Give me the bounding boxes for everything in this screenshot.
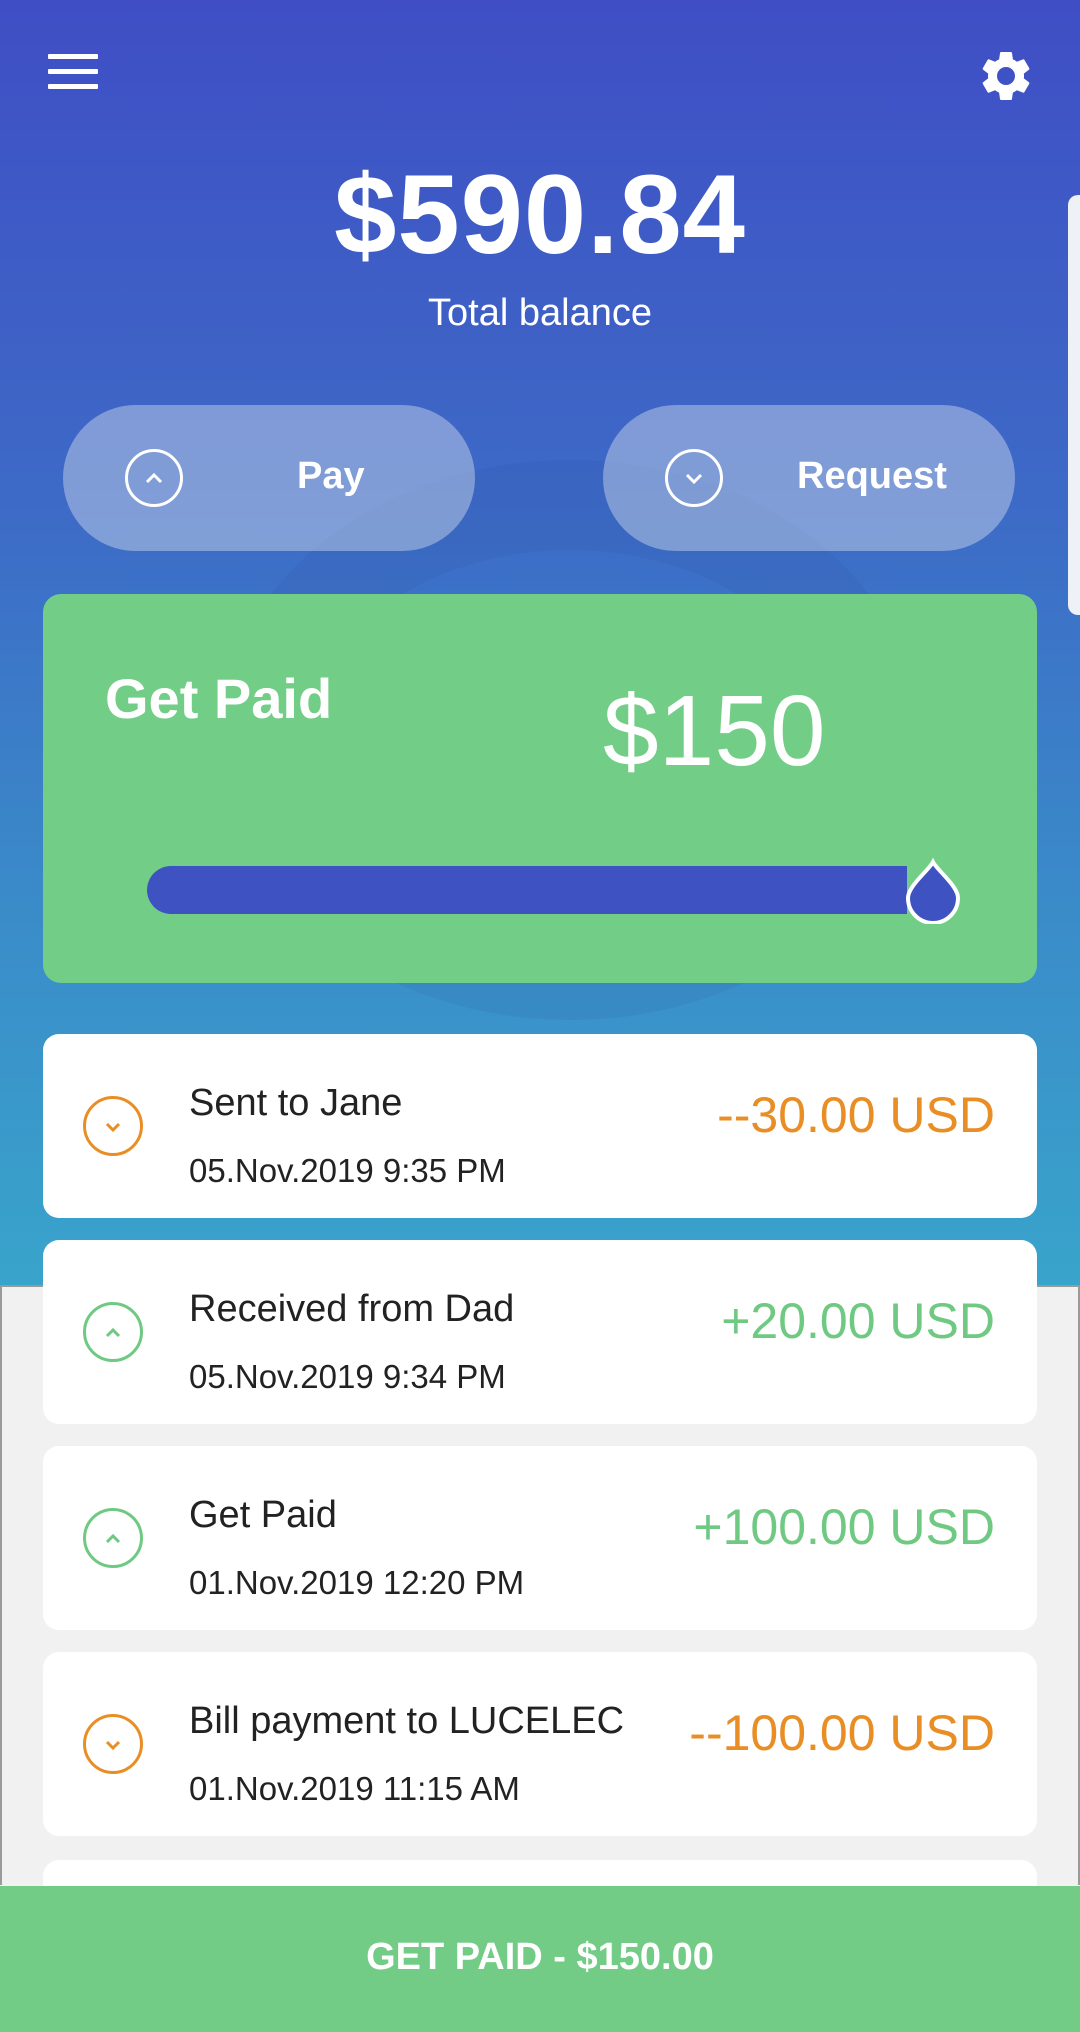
chevron-down-circle-icon — [83, 1096, 143, 1156]
hamburger-menu-icon — [48, 54, 98, 59]
transaction-card[interactable]: Bill payment to LUCELEC 01.Nov.2019 11:1… — [43, 1652, 1037, 1836]
transaction-amount: --30.00 USD — [717, 1087, 995, 1143]
transaction-date: 05.Nov.2019 9:34 PM — [189, 1358, 506, 1395]
slider-thumb-drop-icon[interactable] — [904, 858, 962, 924]
transaction-title: Bill payment to LUCELEC — [189, 1700, 625, 1742]
transaction-card[interactable]: Get Paid 01.Nov.2019 12:20 PM +100.00 US… — [43, 1446, 1037, 1630]
total-balance-amount: $590.84 — [334, 152, 746, 277]
request-button[interactable]: Request — [603, 405, 1015, 551]
total-balance-label: Total balance — [428, 292, 652, 334]
transaction-amount: +20.00 USD — [721, 1293, 995, 1349]
gear-icon — [982, 51, 1030, 100]
transaction-card[interactable]: Sent to Jane 05.Nov.2019 9:35 PM --30.00… — [43, 1034, 1037, 1218]
pay-button-label: Pay — [297, 455, 365, 497]
transaction-card[interactable]: Received from Dad 05.Nov.2019 9:34 PM +2… — [43, 1240, 1037, 1424]
transaction-amount: --100.00 USD — [689, 1705, 995, 1761]
chevron-up-circle-icon — [83, 1302, 143, 1362]
get-paid-submit-button[interactable]: GET PAID - $150.00 — [0, 1886, 1080, 2032]
transaction-date: 01.Nov.2019 11:15 AM — [189, 1770, 520, 1807]
get-paid-submit-label: GET PAID - $150.00 — [366, 1936, 714, 1978]
get-paid-amount: $150 — [603, 675, 826, 787]
transaction-amount: +100.00 USD — [693, 1499, 995, 1555]
settings-button[interactable] — [976, 46, 1036, 106]
get-paid-card: Get Paid $150 — [43, 594, 1037, 983]
chevron-down-circle-icon — [83, 1714, 143, 1774]
chevron-down-circle-icon — [665, 449, 723, 507]
request-button-label: Request — [797, 455, 947, 497]
transaction-title: Received from Dad — [189, 1288, 515, 1330]
transaction-date: 01.Nov.2019 12:20 PM — [189, 1564, 525, 1601]
amount-slider-track[interactable] — [147, 866, 907, 914]
menu-button[interactable] — [48, 54, 98, 94]
get-paid-title: Get Paid — [105, 667, 333, 730]
transaction-date: 05.Nov.2019 9:35 PM — [189, 1152, 506, 1189]
transaction-title: Get Paid — [189, 1494, 337, 1536]
pay-button[interactable]: Pay — [63, 405, 475, 551]
transaction-title: Sent to Jane — [189, 1082, 403, 1124]
chevron-up-circle-icon — [83, 1508, 143, 1568]
chevron-up-circle-icon — [125, 449, 183, 507]
